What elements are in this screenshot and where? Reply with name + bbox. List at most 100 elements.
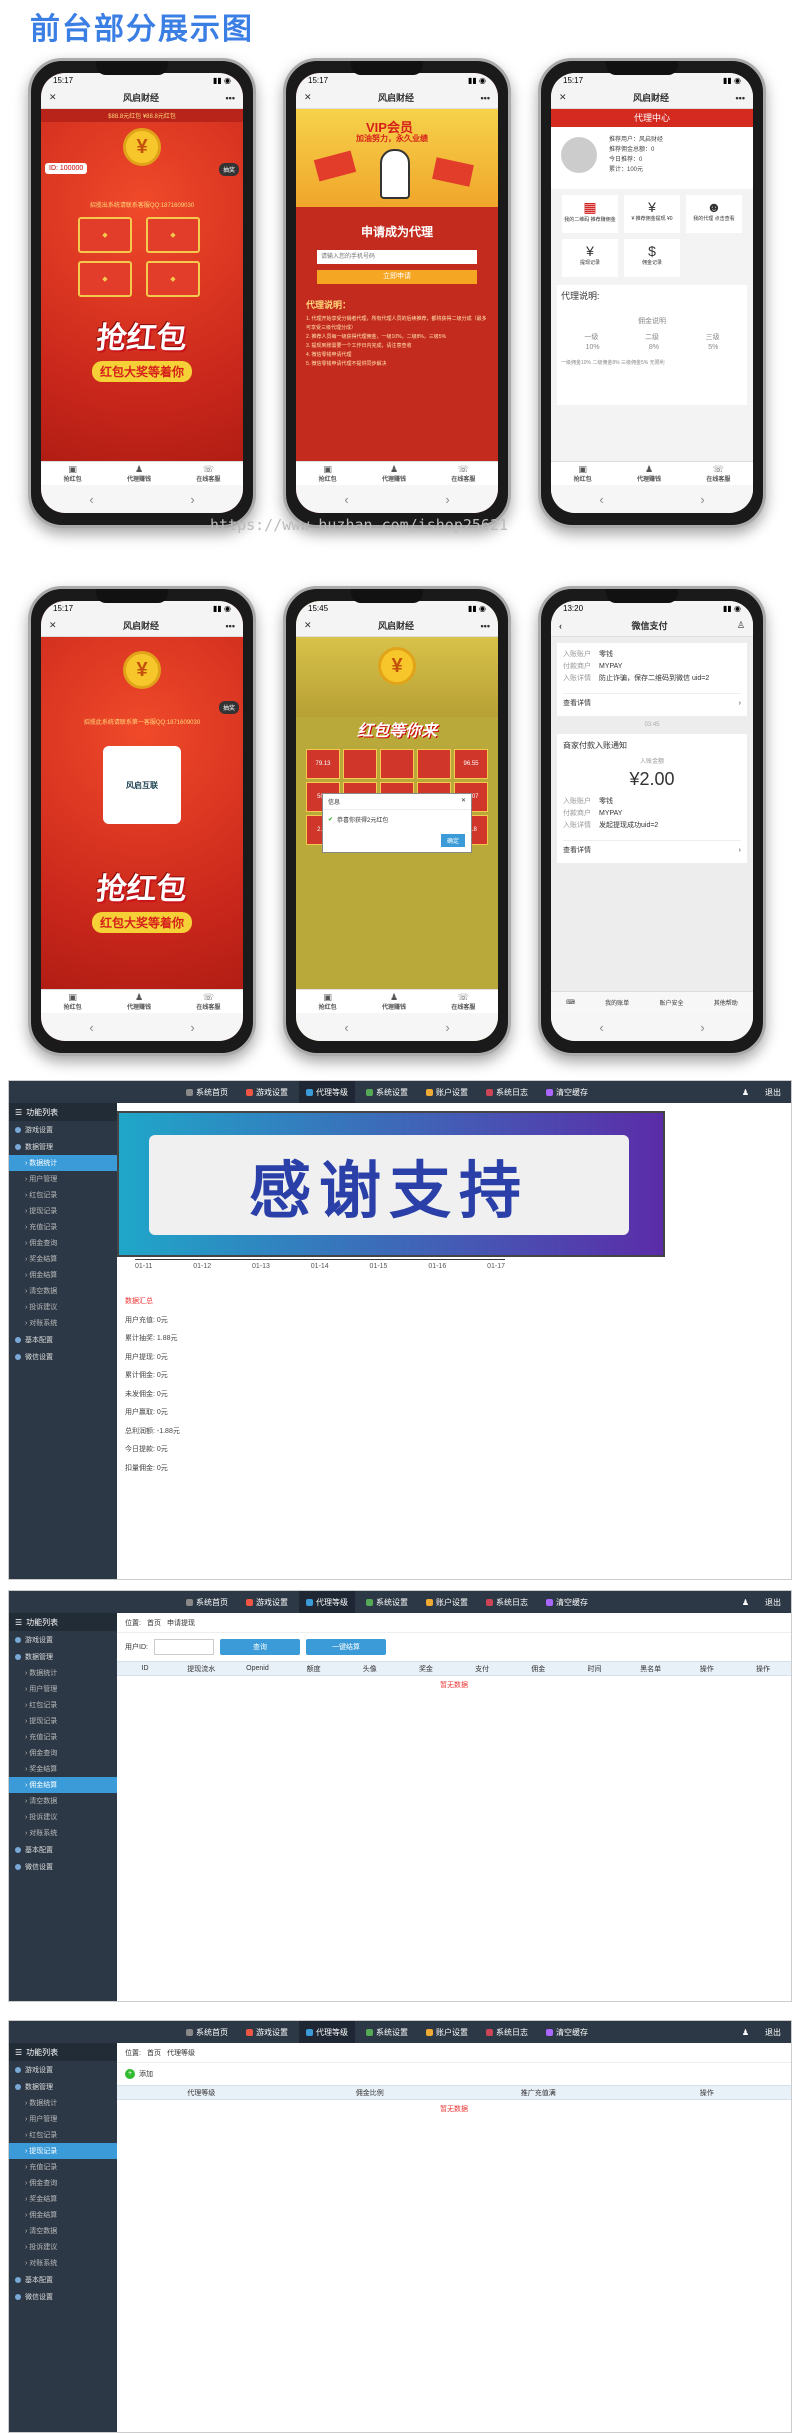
more-icon[interactable]: •••: [226, 93, 235, 103]
nav-item[interactable]: 清空缓存: [539, 2021, 595, 2043]
sidebar-item[interactable]: › 佣金结算: [9, 1267, 117, 1283]
sidebar-item[interactable]: › 数据统计: [9, 2095, 117, 2111]
sidebar-group[interactable]: 微信设置: [9, 2288, 117, 2305]
crumb-home[interactable]: 首页: [147, 2048, 161, 2058]
view-details-link[interactable]: 查看详情 ›: [563, 693, 741, 710]
nav-item[interactable]: 游戏设置: [239, 1081, 295, 1103]
tab-agent[interactable]: ♟ 代理赚钱: [382, 465, 406, 485]
sidebar-group[interactable]: 游戏设置: [9, 2061, 117, 2078]
draw-button[interactable]: 抽奖: [218, 163, 239, 176]
tab-service[interactable]: ☏ 在线客服: [451, 993, 475, 1013]
tab-agent[interactable]: ♟ 代理赚钱: [637, 465, 661, 485]
sidebar-item[interactable]: › 提现记录: [9, 1713, 117, 1729]
forward-icon[interactable]: ›: [190, 492, 194, 507]
sidebar-group[interactable]: 微信设置: [9, 1858, 117, 1875]
sidebar-item[interactable]: › 用户管理: [9, 2111, 117, 2127]
logout-link[interactable]: 退出: [765, 1087, 781, 1098]
settle-all-button[interactable]: 一键结算: [305, 1639, 386, 1655]
more-icon[interactable]: •••: [736, 93, 745, 103]
close-icon[interactable]: ✕: [461, 797, 466, 806]
sidebar-item[interactable]: › 奖金结算: [9, 1761, 117, 1777]
red-packet[interactable]: ◆: [146, 261, 200, 297]
tab-service[interactable]: ☏ 在线客服: [706, 465, 730, 485]
user-icon[interactable]: ♟: [742, 2028, 749, 2037]
sidebar-item[interactable]: › 奖金结算: [9, 2191, 117, 2207]
sidebar-group[interactable]: 数据管理: [9, 1648, 117, 1665]
sidebar-group[interactable]: 基本配置: [9, 1331, 117, 1348]
user-icon[interactable]: ♙: [737, 620, 745, 631]
sidebar-item[interactable]: › 清空数据: [9, 1283, 117, 1299]
tab-red-packet[interactable]: ▣ 抢红包: [64, 993, 82, 1013]
sidebar-item[interactable]: › 佣金结算: [9, 1777, 117, 1793]
forward-icon[interactable]: ›: [190, 1020, 194, 1035]
sidebar-group[interactable]: 游戏设置: [9, 1631, 117, 1648]
sidebar-item[interactable]: › 对账系统: [9, 1825, 117, 1841]
red-packet-cell[interactable]: [380, 749, 414, 779]
tab-service[interactable]: ☏ 在线客服: [196, 993, 220, 1013]
sidebar-item[interactable]: › 提现记录: [9, 1203, 117, 1219]
nav-item[interactable]: 代理等级: [299, 1591, 355, 1613]
tab-red-packet[interactable]: ▣ 抢红包: [574, 465, 592, 485]
sidebar-item[interactable]: › 投诉建议: [9, 1809, 117, 1825]
sidebar-item[interactable]: › 提现记录: [9, 2143, 117, 2159]
close-icon[interactable]: ✕: [559, 92, 567, 103]
crumb-home[interactable]: 首页: [147, 1618, 161, 1628]
view-details-link[interactable]: 查看详情 ›: [563, 840, 741, 857]
sidebar-item[interactable]: › 对账系统: [9, 1315, 117, 1331]
user-icon[interactable]: ♟: [742, 1088, 749, 1097]
nav-item[interactable]: 系统设置: [359, 2021, 415, 2043]
draw-button[interactable]: 抽奖: [218, 701, 239, 714]
back-icon[interactable]: ‹: [344, 492, 348, 507]
menu-help[interactable]: 其他帮助: [714, 998, 738, 1007]
sidebar-group[interactable]: 数据管理: [9, 1138, 117, 1155]
sidebar-item[interactable]: › 数据统计: [9, 1665, 117, 1681]
red-packet[interactable]: ◆: [78, 217, 132, 253]
close-icon[interactable]: ✕: [49, 92, 57, 103]
close-icon[interactable]: ✕: [49, 620, 57, 631]
nav-item[interactable]: 账户设置: [419, 1591, 475, 1613]
nav-item[interactable]: 系统首页: [179, 2021, 235, 2043]
tab-service[interactable]: ☏ 在线客服: [196, 465, 220, 485]
sidebar-item[interactable]: › 清空数据: [9, 1793, 117, 1809]
nav-item[interactable]: 清空缓存: [539, 1591, 595, 1613]
sidebar-item[interactable]: › 佣金查询: [9, 2175, 117, 2191]
red-packet-cell[interactable]: [343, 749, 377, 779]
sidebar-item[interactable]: › 投诉建议: [9, 2239, 117, 2255]
close-icon[interactable]: ✕: [304, 92, 312, 103]
query-button[interactable]: 查询: [219, 1639, 300, 1655]
forward-icon[interactable]: ›: [700, 1020, 704, 1035]
sidebar-group[interactable]: 基本配置: [9, 1841, 117, 1858]
tab-red-packet[interactable]: ▣ 抢红包: [319, 993, 337, 1013]
nav-item[interactable]: 系统日志: [479, 1081, 535, 1103]
back-icon[interactable]: ‹: [89, 492, 93, 507]
sidebar-item[interactable]: › 充值记录: [9, 1219, 117, 1235]
tab-agent[interactable]: ♟ 代理赚钱: [127, 993, 151, 1013]
back-icon[interactable]: ‹: [599, 492, 603, 507]
nav-item[interactable]: 清空缓存: [539, 1081, 595, 1103]
more-icon[interactable]: •••: [481, 93, 490, 103]
more-icon[interactable]: •••: [481, 621, 490, 631]
tab-agent[interactable]: ♟ 代理赚钱: [127, 465, 151, 485]
nav-item[interactable]: 系统设置: [359, 1591, 415, 1613]
nav-item[interactable]: 游戏设置: [239, 1591, 295, 1613]
forward-icon[interactable]: ›: [700, 492, 704, 507]
red-packet-cell[interactable]: [417, 749, 451, 779]
sidebar-group[interactable]: 基本配置: [9, 2271, 117, 2288]
my-agents-tile[interactable]: ☻ 我的代理 点击查看: [686, 195, 742, 233]
red-packet-cell[interactable]: 96.55: [454, 749, 488, 779]
sidebar-item[interactable]: › 佣金查询: [9, 1745, 117, 1761]
close-icon[interactable]: ✕: [304, 620, 312, 631]
add-button[interactable]: + 添加: [117, 2063, 791, 2085]
tab-red-packet[interactable]: ▣ 抢红包: [319, 465, 337, 485]
user-icon[interactable]: ♟: [742, 1598, 749, 1607]
nav-item[interactable]: 系统设置: [359, 1081, 415, 1103]
keyboard-icon[interactable]: ⌨: [566, 999, 575, 1006]
withdraw-tile[interactable]: ¥ ¥ 推荐佣金提现 ¥0: [624, 195, 680, 233]
user-id-input[interactable]: [153, 1639, 214, 1655]
red-packet[interactable]: ◆: [78, 261, 132, 297]
back-icon[interactable]: ‹: [559, 621, 562, 631]
red-packet-cell[interactable]: 79.13: [306, 749, 340, 779]
withdraw-records-tile[interactable]: ¥ 提现记录: [562, 239, 618, 277]
nav-item[interactable]: 账户设置: [419, 1081, 475, 1103]
sidebar-group[interactable]: 数据管理: [9, 2078, 117, 2095]
